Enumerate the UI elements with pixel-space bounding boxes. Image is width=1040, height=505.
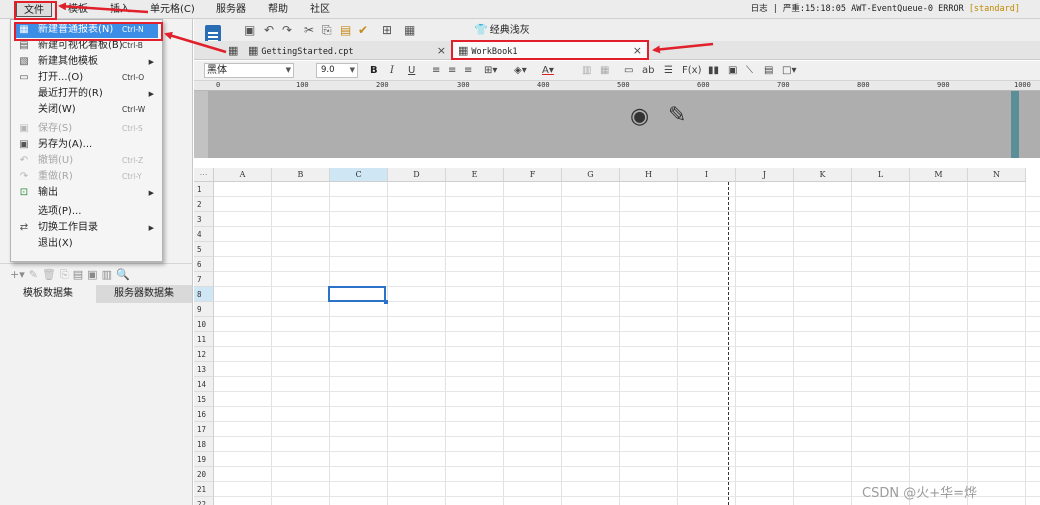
annotation-arrow-new-report: [164, 31, 227, 54]
annotation-arrow-file: [58, 2, 149, 14]
annotation-arrows: [58, 2, 714, 54]
annotation-arrow-workbook-tab: [652, 42, 714, 54]
